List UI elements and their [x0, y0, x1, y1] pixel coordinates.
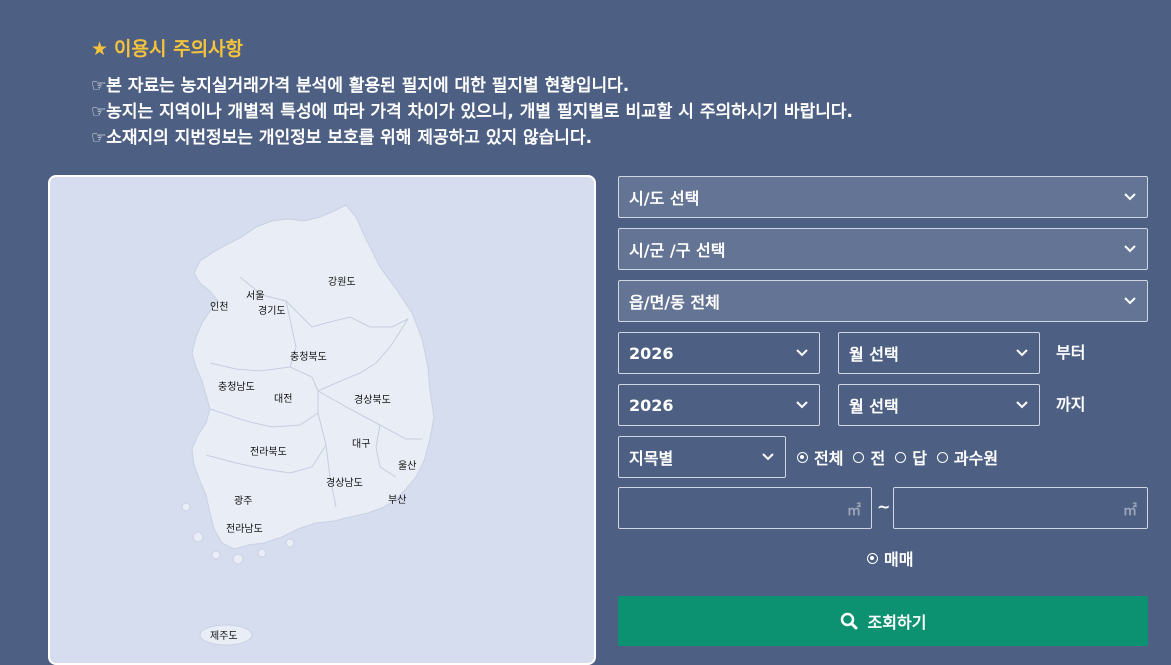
- end-year-select[interactable]: 2026: [618, 384, 820, 426]
- land-category-select[interactable]: 지목별: [618, 436, 786, 478]
- end-suffix: 까지: [1056, 395, 1086, 414]
- notice-line: ☞본 자료는 농지실거래가격 분석에 활용된 필지에 대한 필지별 현황입니다.: [91, 76, 630, 96]
- region-label-daegu[interactable]: 대구: [352, 438, 370, 450]
- notice-line: ☞소재지의 지번정보는 개인정보 보호를 위해 제공하고 있지 않습니다.: [91, 128, 593, 148]
- region-label-chungbuk[interactable]: 충청북도: [290, 351, 327, 363]
- region-label-gangwon[interactable]: 강원도: [328, 276, 356, 288]
- region-label-gwangju[interactable]: 광주: [234, 495, 252, 507]
- notice-line: ☞농지는 지역이나 개별적 특성에 따라 가격 차이가 있으니, 개별 필지별로…: [91, 102, 853, 122]
- region-label-incheon[interactable]: 인천: [210, 301, 228, 313]
- notice-title: ★ 이용시 주의사항: [91, 38, 244, 60]
- area-separator: ~: [877, 497, 891, 516]
- region-label-jeju[interactable]: 제주도: [210, 630, 238, 642]
- sigungu-select[interactable]: 시/군 /구 선택: [618, 228, 1148, 270]
- region-label-chungnam[interactable]: 충청남도: [218, 381, 255, 393]
- korea-map[interactable]: 강원도 서울 인천 경기도 충청북도 충청남도 대전 경상북도 대구 울산 전라…: [48, 175, 596, 665]
- sido-select[interactable]: 시/도 선택: [618, 176, 1148, 218]
- area-min-input[interactable]: ㎡: [618, 487, 872, 529]
- radio-unchecked-icon[interactable]: [936, 451, 948, 463]
- radio-field[interactable]: 전: [853, 445, 885, 469]
- eupmyeondong-select[interactable]: 읍/면/동 전체: [618, 280, 1148, 322]
- star-icon: ★: [91, 38, 109, 60]
- chevron-down-icon: [1124, 297, 1136, 305]
- korea-map-svg[interactable]: 강원도 서울 인천 경기도 충청북도 충청남도 대전 경상북도 대구 울산 전라…: [50, 177, 596, 665]
- region-label-gyeongnam[interactable]: 경상남도: [326, 476, 363, 489]
- chevron-down-icon: [1016, 401, 1028, 409]
- region-label-gyeonggi[interactable]: 경기도: [258, 304, 286, 317]
- region-label-jeonnam[interactable]: 전라남도: [226, 523, 263, 535]
- radio-checked-icon[interactable]: [867, 552, 878, 564]
- chevron-down-icon: [762, 453, 774, 461]
- region-label-busan[interactable]: 부산: [388, 494, 406, 506]
- trade-type-radio[interactable]: 매매: [867, 546, 913, 570]
- end-month-select[interactable]: 월 선택: [838, 384, 1040, 426]
- radio-all[interactable]: 전체: [797, 445, 843, 469]
- region-label-jeonbuk[interactable]: 전라북도: [250, 446, 287, 458]
- area-unit: ㎡: [1123, 503, 1137, 519]
- region-label-gyeongbuk[interactable]: 경상북도: [354, 393, 391, 406]
- radio-unchecked-icon[interactable]: [895, 451, 907, 463]
- chevron-down-icon: [1124, 193, 1136, 201]
- region-label-daejeon[interactable]: 대전: [274, 393, 292, 405]
- search-icon: [840, 612, 858, 630]
- chevron-down-icon: [1016, 349, 1028, 357]
- area-max-input[interactable]: ㎡: [893, 487, 1148, 529]
- search-button[interactable]: 조회하기: [618, 596, 1148, 646]
- radio-orchard[interactable]: 과수원: [936, 445, 998, 469]
- land-type-radio-group: 전체 전 답 과수원: [797, 436, 1008, 478]
- start-year-select[interactable]: 2026: [618, 332, 820, 374]
- chevron-down-icon: [1124, 245, 1136, 253]
- area-unit: ㎡: [847, 503, 861, 519]
- start-month-select[interactable]: 월 선택: [838, 332, 1040, 374]
- notice-section: ★ 이용시 주의사항 ☞본 자료는 농지실거래가격 분석에 활용된 필지에 대한 …: [91, 36, 853, 151]
- radio-paddy[interactable]: 답: [895, 445, 927, 469]
- region-label-ulsan[interactable]: 울산: [398, 460, 416, 472]
- radio-checked-icon[interactable]: [797, 451, 808, 463]
- radio-unchecked-icon[interactable]: [853, 451, 865, 463]
- region-label-seoul[interactable]: 서울: [246, 290, 264, 302]
- chevron-down-icon: [796, 401, 808, 409]
- start-suffix: 부터: [1056, 343, 1086, 362]
- chevron-down-icon: [796, 349, 808, 357]
